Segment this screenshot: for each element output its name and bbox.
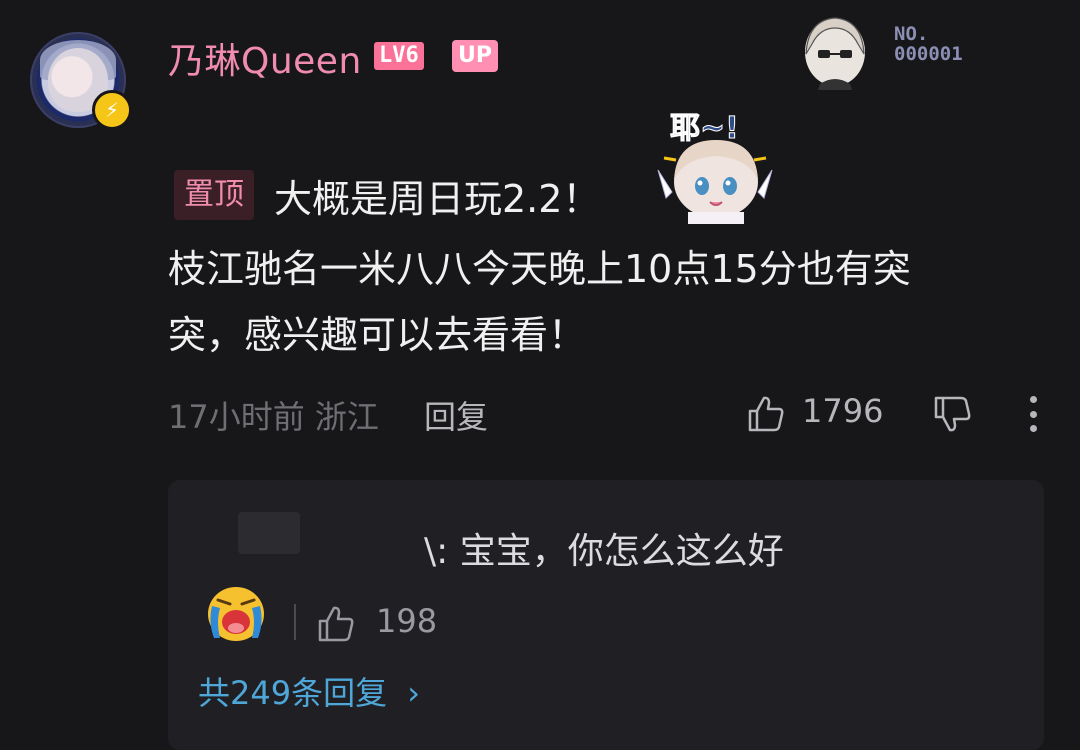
comment-text-line-2: 枝江驰名一米八八今天晚上10点15分也有突 — [168, 247, 911, 291]
comment-text-line-3: 突，感兴趣可以去看看！ — [168, 313, 587, 357]
sticker-text: 耶~! — [670, 111, 739, 146]
level-badge: LV6 — [374, 42, 424, 70]
comment-meta: 17小时前 浙江 — [168, 392, 379, 438]
view-all-replies-link[interactable]: 共249条回复 › — [198, 668, 420, 714]
blurred-reply-author — [238, 512, 300, 554]
more-vertical-icon[interactable] — [1018, 394, 1048, 434]
crying-emoji-icon — [208, 587, 264, 641]
fan-number-label: NO. — [894, 23, 929, 45]
comment-time: 17小时前 — [168, 398, 305, 436]
bolt-icon: ⚡ — [92, 90, 132, 130]
up-badge: UP — [452, 40, 498, 72]
reply-thumb-up-icon[interactable] — [316, 604, 356, 644]
comment-text-line-1: 大概是周日玩2.2！ — [274, 177, 601, 221]
chevron-right-icon: › — [407, 674, 421, 712]
reply-like-count: 198 — [376, 602, 438, 640]
fan-number-value: 000001 — [894, 43, 963, 65]
pinned-tag: 置顶 — [174, 170, 254, 220]
user-avatar[interactable]: ⚡ — [24, 28, 136, 130]
reply-preview-text: \: 宝宝，你怎么这么好 — [424, 531, 784, 572]
like-count: 1796 — [802, 392, 884, 430]
fan-number: NO. 000001 — [894, 24, 963, 64]
thumb-up-icon[interactable] — [746, 394, 786, 434]
reply-divider — [294, 604, 296, 640]
view-all-replies-label: 共249条回复 — [198, 674, 388, 712]
username[interactable]: 乃琳Queen — [168, 32, 362, 84]
comment-location: 浙江 — [314, 398, 379, 436]
fan-badge-avatar — [805, 17, 865, 90]
reply-button[interactable]: 回复 — [424, 392, 488, 438]
thumb-down-icon[interactable] — [932, 394, 974, 434]
sticker-image: 耶~! — [657, 111, 773, 224]
